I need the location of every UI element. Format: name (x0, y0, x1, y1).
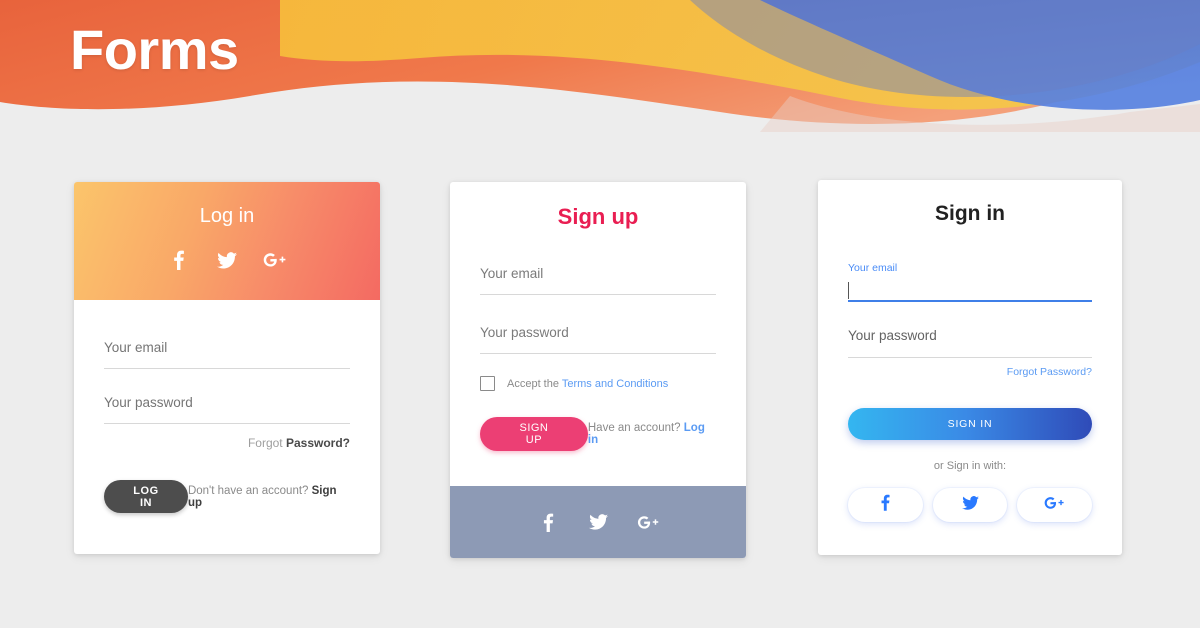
login-card-body: Your email Your password Forgot Password… (74, 300, 380, 513)
signup-email-field[interactable]: Your email (480, 266, 716, 295)
facebook-icon[interactable] (166, 247, 192, 273)
login-card: Log in Your email Your password Forgot P… (74, 182, 380, 554)
login-password-field[interactable]: Your password (104, 395, 350, 424)
text-caret (848, 282, 849, 299)
google-plus-icon[interactable] (635, 509, 661, 535)
login-card-title: Log in (199, 205, 255, 227)
signup-password-label: Your password (480, 325, 569, 340)
login-forgot-password-link[interactable]: Forgot Password? (104, 436, 350, 450)
signup-card: Sign up Your email Your password Accept … (450, 182, 746, 558)
signup-card-title: Sign up (557, 204, 639, 229)
signin-card-title: Sign in (935, 202, 1005, 225)
signin-submit-button[interactable]: SIGN IN (848, 408, 1092, 440)
signin-password-underline (848, 357, 1092, 358)
login-email-underline (104, 368, 350, 369)
signup-email-label: Your email (480, 266, 544, 281)
page-title: Forms (70, 18, 239, 81)
signup-actions-row: SIGN UP Have an account? Log in (480, 417, 716, 451)
signup-terms-checkbox[interactable] (480, 376, 495, 391)
twitter-icon[interactable] (214, 247, 240, 273)
login-signup-prompt[interactable]: Don't have an account? Sign up (188, 485, 350, 509)
login-actions-row: LOG IN Don't have an account? Sign up (104, 480, 350, 513)
google-plus-icon (1044, 496, 1065, 515)
login-forgot-strong: Password? (285, 436, 350, 450)
login-submit-button[interactable]: LOG IN (104, 480, 188, 513)
twitter-icon (961, 495, 979, 515)
login-card-header: Log in (74, 182, 380, 300)
signin-forgot-row: Forgot Password? (848, 366, 1092, 378)
signin-card-body: Sign in Your email Your password Forgot … (818, 180, 1122, 522)
login-signup-prefix: Don't have an account? (187, 484, 312, 497)
signin-facebook-button[interactable] (848, 488, 923, 522)
signup-terms-prefix: Accept the (507, 377, 562, 390)
google-plus-icon[interactable] (262, 247, 288, 273)
login-forgot-prefix: Forgot (247, 436, 286, 450)
signin-google-plus-button[interactable] (1017, 488, 1093, 522)
signin-email-field[interactable]: Your email (848, 262, 1092, 302)
signin-card: Sign in Your email Your password Forgot … (818, 180, 1122, 555)
twitter-icon[interactable] (585, 509, 611, 535)
signup-terms-text: Accept the Terms and Conditions (507, 378, 668, 390)
signin-email-underline (848, 300, 1092, 302)
signup-terms-row: Accept the Terms and Conditions (480, 376, 716, 391)
signup-terms-link[interactable]: Terms and Conditions (562, 378, 668, 390)
signin-email-input[interactable] (848, 282, 1092, 300)
signin-password-label: Your password (848, 328, 937, 343)
facebook-icon (881, 494, 890, 516)
signin-password-field[interactable]: Your password (848, 328, 1092, 358)
signin-forgot-password-link[interactable]: Forgot Password? (1007, 366, 1092, 378)
signup-card-body: Sign up Your email Your password Accept … (450, 182, 746, 451)
signup-password-underline (480, 353, 716, 354)
login-password-label: Your password (104, 395, 193, 410)
login-password-underline (104, 423, 350, 424)
signin-or-label: or Sign in with: (933, 460, 1007, 472)
header-banner: Forms (0, 0, 1200, 132)
signin-twitter-button[interactable] (932, 488, 1008, 522)
signup-submit-button[interactable]: SIGN UP (480, 417, 588, 451)
login-email-label: Your email (104, 340, 168, 355)
login-email-field[interactable]: Your email (104, 340, 350, 369)
signup-login-prefix: Have an account? (587, 422, 684, 434)
signup-email-underline (480, 294, 716, 295)
login-social-row (74, 247, 380, 273)
signup-login-prompt: Have an account? Log in (588, 422, 716, 446)
facebook-icon[interactable] (535, 509, 561, 535)
signup-card-footer (450, 486, 746, 558)
signin-social-row (848, 488, 1093, 522)
signin-email-label: Your email (848, 262, 898, 274)
signup-password-field[interactable]: Your password (480, 325, 716, 354)
